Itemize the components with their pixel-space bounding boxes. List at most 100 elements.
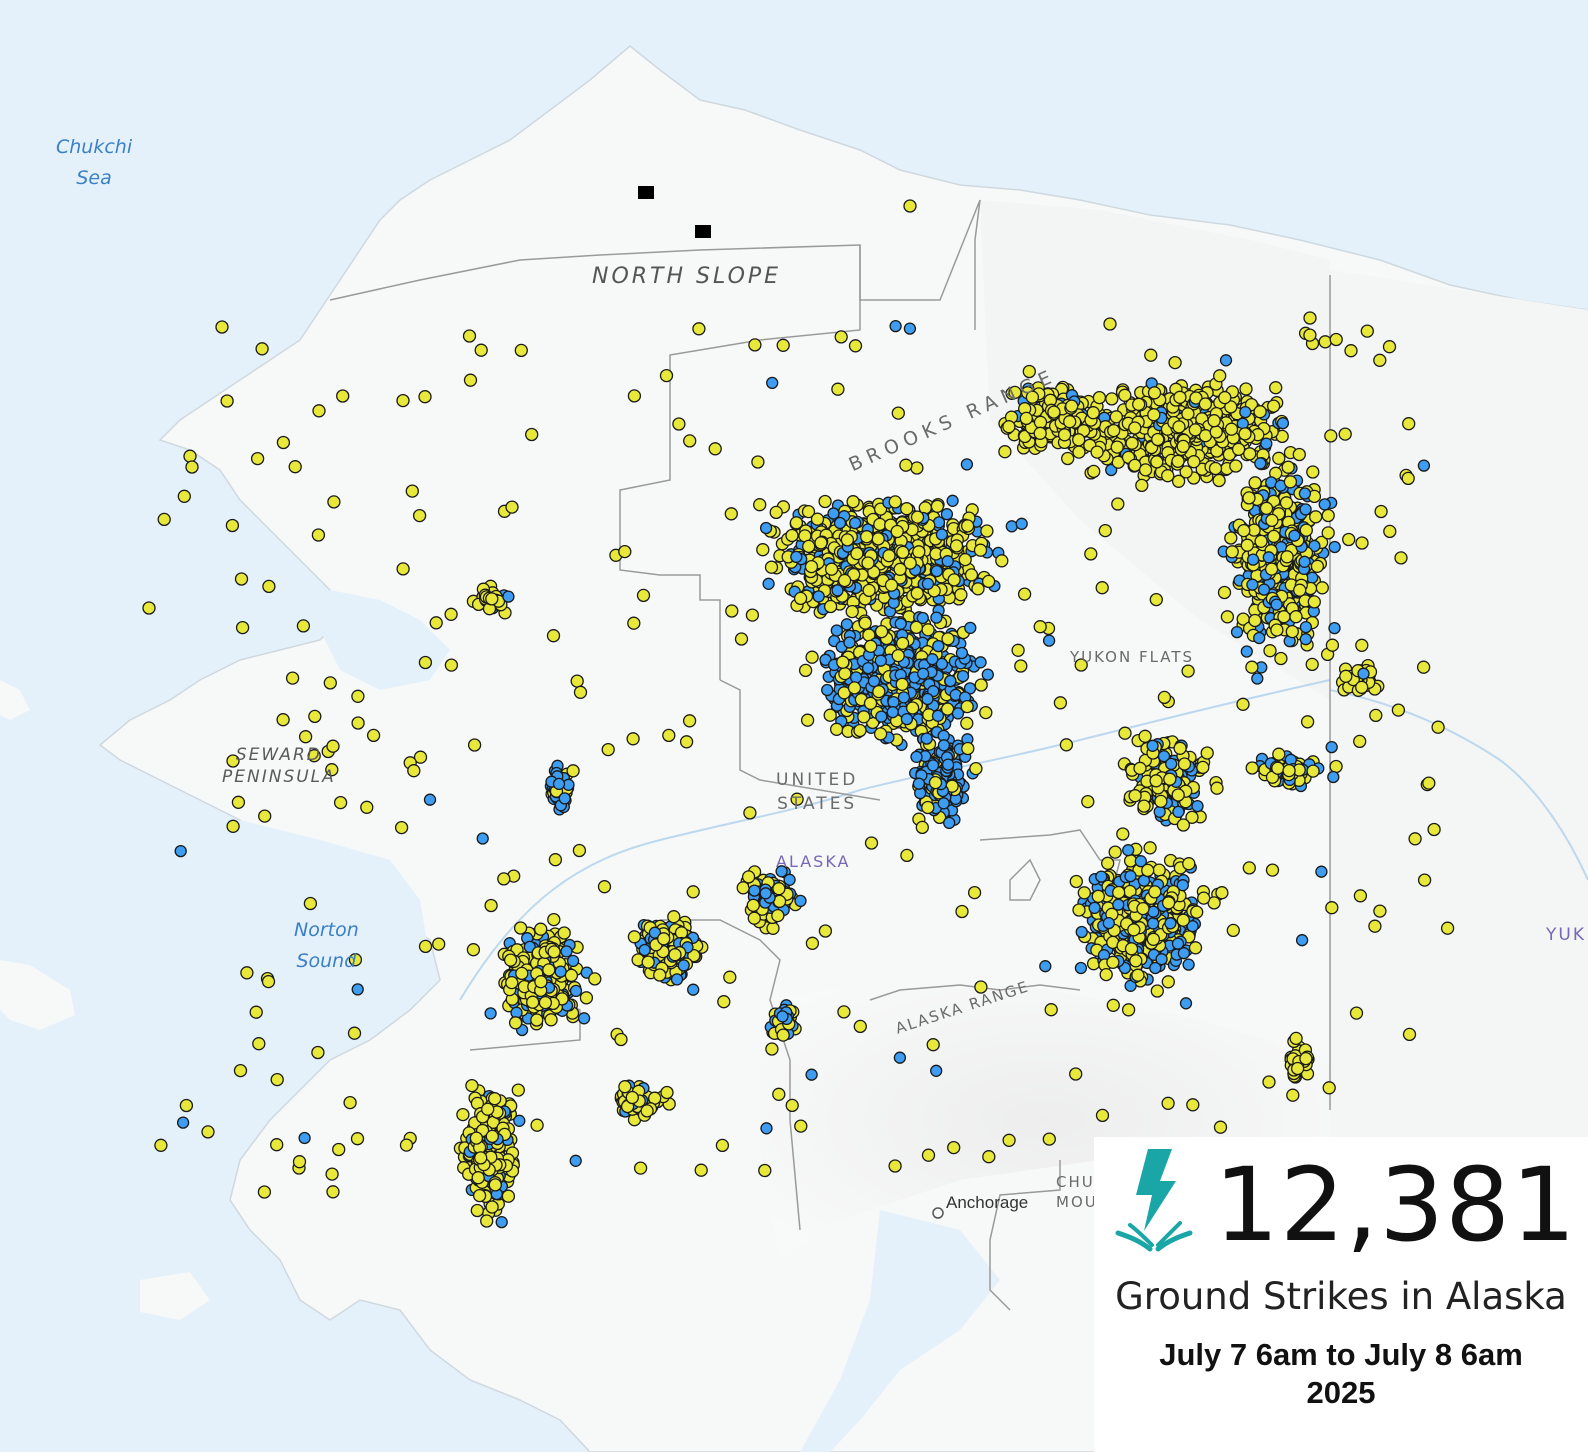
strike-point-blue — [1239, 405, 1252, 419]
strike-point-yellow — [679, 735, 694, 749]
strike-point-yellow — [1111, 497, 1125, 511]
strike-point-yellow — [1198, 397, 1213, 411]
strike-point-blue — [930, 1064, 943, 1077]
strike-point-yellow — [683, 434, 697, 448]
strike-point-yellow — [1242, 491, 1256, 505]
strike-point-yellow — [1108, 845, 1122, 859]
strike-point-yellow — [741, 870, 756, 884]
strike-point-yellow — [1172, 420, 1186, 434]
strike-point-yellow — [1151, 432, 1165, 447]
strike-point-blue — [1155, 953, 1168, 966]
strike-point-yellow — [323, 676, 337, 690]
strike-point-blue — [1298, 555, 1311, 568]
strike-point-blue — [1260, 437, 1273, 450]
strike-point-yellow — [488, 1092, 502, 1106]
strike-point-yellow — [1065, 399, 1079, 413]
strike-point-yellow — [1279, 496, 1294, 510]
strike-point-yellow — [912, 545, 926, 559]
strike-point-blue — [912, 777, 926, 790]
strike-point-yellow — [508, 1016, 523, 1030]
strike-point-yellow — [960, 519, 975, 533]
strike-point-blue — [174, 844, 187, 858]
strike-point-blue — [560, 945, 573, 958]
strike-point-yellow — [285, 671, 300, 685]
strike-point-yellow — [981, 574, 996, 589]
strike-point-yellow — [312, 404, 326, 418]
strike-point-yellow — [1245, 761, 1259, 775]
strike-point-yellow — [1207, 414, 1221, 428]
strike-point-blue — [762, 577, 775, 590]
strike-point-yellow — [1299, 1051, 1313, 1066]
strike-point-yellow — [1224, 531, 1238, 545]
strike-point-blue — [821, 683, 834, 697]
strike-point-yellow — [1077, 886, 1091, 900]
strike-point-yellow — [1138, 729, 1152, 743]
strike-point-blue — [981, 668, 994, 681]
strike-point-yellow — [1267, 529, 1281, 544]
strike-point-yellow — [456, 1107, 470, 1122]
strike-point-yellow — [1196, 760, 1210, 775]
strike-point-yellow — [544, 1013, 558, 1027]
strike-point-blue — [1298, 487, 1312, 500]
strike-point-yellow — [557, 926, 571, 940]
strike-point-blue — [937, 797, 950, 810]
strike-point-blue — [900, 712, 914, 726]
strike-point-yellow — [1147, 408, 1161, 422]
strike-point-blue — [1318, 498, 1331, 511]
strike-point-yellow — [465, 1078, 479, 1093]
strike-point-blue — [944, 674, 957, 688]
strike-point-yellow — [764, 560, 779, 574]
strike-point-blue — [849, 671, 863, 684]
strike-point-yellow — [837, 573, 852, 588]
strike-point-yellow — [485, 1129, 499, 1144]
strike-point-yellow — [861, 556, 875, 570]
strike-point-yellow — [1181, 407, 1195, 421]
strike-point-blue — [1295, 934, 1309, 947]
strike-point-blue — [1165, 757, 1178, 771]
strike-point-yellow — [882, 549, 896, 563]
strike-point-yellow — [513, 921, 528, 935]
strike-point-yellow — [1190, 905, 1204, 919]
strike-point-yellow — [325, 1167, 339, 1181]
strike-point-yellow — [1289, 1031, 1303, 1046]
strike-point-yellow — [530, 1013, 544, 1027]
strike-point-yellow — [1245, 660, 1259, 674]
strike-point-yellow — [668, 948, 682, 962]
strike-point-yellow — [538, 995, 553, 1010]
strike-point-yellow — [579, 991, 594, 1005]
strike-point-yellow — [1084, 547, 1098, 561]
strike-point-blue — [1095, 870, 1108, 883]
strike-point-blue — [748, 884, 761, 897]
strike-point-blue — [926, 653, 939, 666]
strike-point-blue — [759, 521, 773, 535]
strike-point-blue — [1146, 917, 1160, 930]
strike-point-blue — [1254, 457, 1267, 470]
strike-point-yellow — [1135, 478, 1149, 493]
strike-point-yellow — [1176, 439, 1190, 454]
strike-point-yellow — [805, 936, 820, 950]
strike-point-yellow — [1101, 856, 1115, 870]
strike-point-blue — [910, 750, 923, 764]
strike-point-yellow — [1144, 348, 1158, 362]
strike-point-yellow — [1290, 1061, 1305, 1076]
strike-point-yellow — [1128, 789, 1142, 803]
strike-point-blue — [941, 758, 955, 771]
strike-point-yellow — [973, 543, 988, 557]
strike-point-yellow — [1197, 891, 1211, 905]
strike-point-yellow — [1181, 664, 1195, 678]
strike-point-yellow — [824, 562, 839, 576]
strike-point-yellow — [736, 881, 750, 895]
strike-point-yellow — [804, 559, 819, 574]
strike-point-blue — [670, 973, 684, 986]
strike-point-yellow — [1265, 513, 1279, 528]
strike-point-yellow — [1254, 534, 1268, 548]
strike-point-yellow — [547, 912, 561, 927]
strike-point-yellow — [1283, 475, 1298, 489]
strike-point-blue — [1253, 631, 1266, 645]
strike-point-yellow — [858, 616, 872, 630]
strike-point-blue — [794, 894, 807, 908]
strike-point-yellow — [1209, 425, 1223, 439]
strike-point-yellow — [1033, 426, 1047, 440]
strike-point-yellow — [829, 722, 844, 736]
strike-point-blue — [943, 816, 956, 830]
